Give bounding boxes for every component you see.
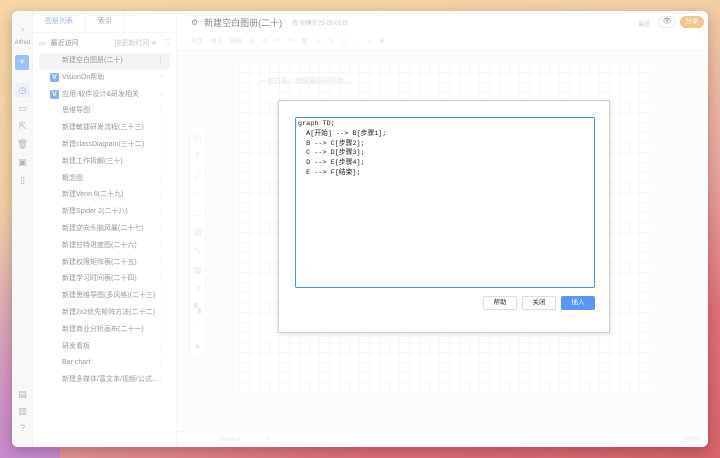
help-button[interactable]: 帮助 <box>483 296 517 310</box>
mermaid-dialog: graph TD; A[开始] --> B[步骤1]; B --> C[步骤2]… <box>278 100 610 333</box>
code-textarea[interactable]: graph TD; A[开始] --> B[步骤1]; B --> C[步骤2]… <box>295 117 595 288</box>
close-button[interactable]: 关闭 <box>522 296 556 310</box>
app-window: › Alfred + ◷ ▭ ⇱ 🗑 ▣ ▯ ▤ ▥ ? 图册列表 索引 ▭ 最… <box>12 11 708 447</box>
insert-button[interactable]: 插入 <box>561 296 595 310</box>
